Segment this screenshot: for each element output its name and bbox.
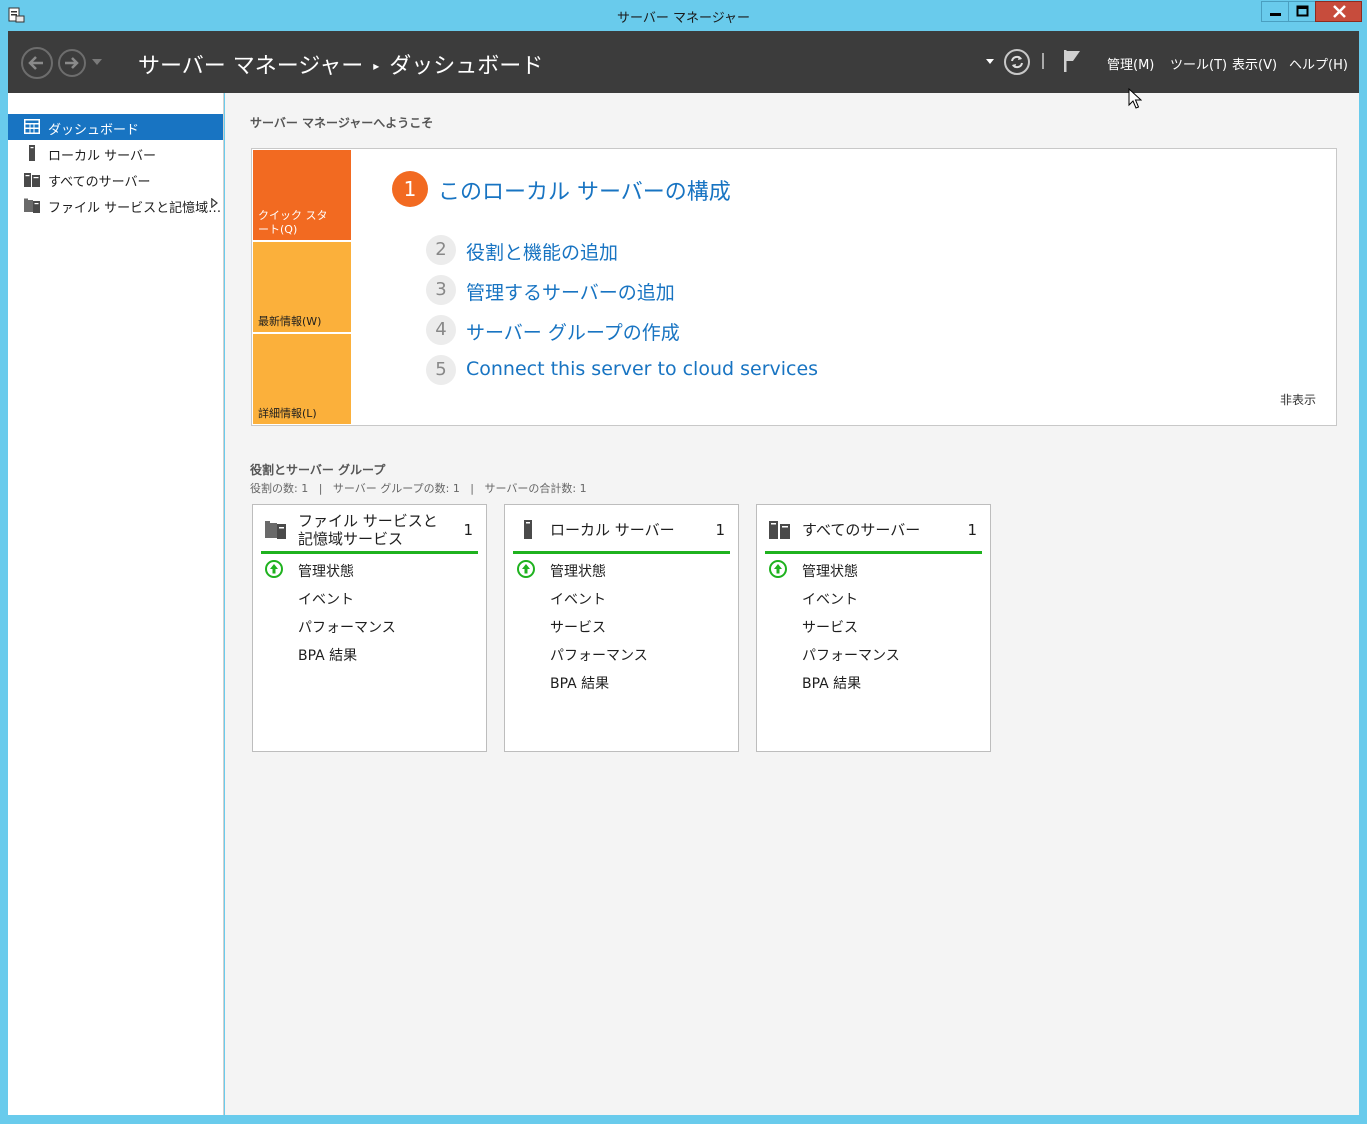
history-dropdown-icon[interactable] [92, 59, 102, 65]
dashboard-content: サーバー マネージャーへようこそ クイック スタート(Q) 最新情報(W) 詳細… [225, 93, 1359, 1115]
tile-row-events[interactable]: イベント [550, 589, 606, 609]
welcome-panel: クイック スタート(Q) 最新情報(W) 詳細情報(L) 1 このローカル サー… [251, 148, 1337, 426]
maximize-button[interactable] [1288, 1, 1315, 22]
refresh-button[interactable] [1004, 49, 1030, 75]
tile-all-servers[interactable]: すべてのサーバー 1 管理状態 イベント サービス パフォーマンス BPA 結果 [756, 504, 991, 752]
file-services-icon [265, 521, 286, 539]
tile-row-services[interactable]: サービス [802, 617, 858, 637]
servers-icon [769, 521, 790, 539]
status-ok-icon [265, 560, 283, 578]
header-divider [1042, 53, 1044, 69]
title-bar: サーバー マネージャー [0, 0, 1367, 31]
forward-button[interactable] [58, 49, 86, 77]
step-number: 5 [426, 355, 456, 385]
servers-icon [24, 173, 40, 187]
forward-arrow-icon [65, 57, 79, 69]
breadcrumb-separator: ▸ [373, 59, 380, 73]
mouse-cursor-icon [1128, 88, 1142, 109]
roles-section-title: 役割とサーバー グループ [250, 463, 386, 477]
sidebar-item-label: ローカル サーバー [48, 149, 157, 164]
close-icon [1333, 5, 1346, 18]
status-ok-icon [517, 560, 535, 578]
sidebar-item-label: ダッシュボード [48, 123, 140, 138]
tile-row-performance[interactable]: パフォーマンス [298, 617, 396, 637]
add-roles-features-link[interactable]: 役割と機能の追加 [466, 238, 618, 265]
tile-file-services[interactable]: ファイル サービスと記憶域サービス 1 管理状態 イベント パフォーマンス BP… [252, 504, 487, 752]
menu-manage[interactable]: 管理(M) [1107, 54, 1154, 73]
notifications-flag-icon[interactable] [1062, 49, 1082, 73]
breadcrumb-root[interactable]: サーバー マネージャー [138, 54, 363, 79]
sidebar-item-all-servers[interactable]: すべてのサーバー [8, 166, 223, 192]
server-icon [524, 520, 532, 539]
sidebar-item-label: すべてのサーバー [48, 175, 151, 190]
status-ok-icon [769, 560, 787, 578]
welcome-title: サーバー マネージャーへようこそ [250, 116, 434, 130]
menu-help[interactable]: ヘルプ(H) [1289, 54, 1348, 73]
step-number: 4 [426, 315, 456, 345]
breadcrumb: サーバー マネージャー ▸ ダッシュボード [138, 48, 543, 80]
tile-row-manageability[interactable]: 管理状態 [550, 561, 606, 581]
file-services-icon [24, 198, 40, 213]
hide-welcome-link[interactable]: 非表示 [1280, 391, 1316, 408]
quick-start-tab[interactable]: クイック スタート(Q) [253, 150, 351, 240]
maximize-icon [1296, 5, 1309, 17]
create-server-group-link[interactable]: サーバー グループの作成 [466, 318, 680, 345]
whats-new-tab[interactable]: 最新情報(W) [253, 242, 351, 332]
page-title: ダッシュボード [389, 54, 544, 79]
tile-row-services[interactable]: サービス [550, 617, 606, 637]
tile-row-events[interactable]: イベント [298, 589, 354, 609]
tile-row-manageability[interactable]: 管理状態 [298, 561, 354, 581]
sidebar-item-label: ファイル サービスと記憶域… [48, 201, 222, 216]
sidebar: ダッシュボード ローカル サーバー すべてのサーバー ファイル サービスと記憶域… [8, 93, 224, 1115]
window-title: サーバー マネージャー [616, 11, 751, 26]
back-button[interactable] [21, 47, 53, 79]
tile-status-bar [765, 551, 982, 554]
tile-row-bpa-results[interactable]: BPA 結果 [550, 673, 609, 693]
tile-count: 1 [715, 521, 725, 539]
quick-start-label: クイック スタート(Q) [258, 209, 328, 236]
tile-status-bar [513, 551, 730, 554]
tile-local-server[interactable]: ローカル サーバー 1 管理状態 イベント サービス パフォーマンス BPA 結… [504, 504, 739, 752]
tile-title[interactable]: すべてのサーバー [802, 521, 952, 539]
tile-count: 1 [463, 521, 473, 539]
sidebar-item-dashboard[interactable]: ダッシュボード [8, 114, 223, 140]
expand-arrow-icon[interactable] [211, 198, 218, 208]
tile-title[interactable]: ファイル サービスと記憶域サービス [298, 512, 448, 548]
menu-tools[interactable]: ツール(T) [1170, 54, 1227, 73]
roles-summary: 役割の数: 1 | サーバー グループの数: 1 | サーバーの合計数: 1 [250, 482, 587, 495]
learn-more-label: 詳細情報(L) [258, 407, 317, 420]
step-1-badge: 1 [392, 171, 428, 207]
tile-row-events[interactable]: イベント [802, 589, 858, 609]
tile-row-performance[interactable]: パフォーマンス [550, 645, 648, 665]
connect-cloud-services-link[interactable]: Connect this server to cloud services [466, 358, 818, 380]
tile-title[interactable]: ローカル サーバー [550, 521, 700, 539]
close-button[interactable] [1315, 1, 1362, 22]
menu-view[interactable]: 表示(V) [1232, 54, 1277, 73]
sidebar-item-file-services[interactable]: ファイル サービスと記憶域… [8, 192, 223, 218]
minimize-button[interactable] [1261, 1, 1288, 22]
configure-local-server-link[interactable]: このローカル サーバーの構成 [438, 174, 731, 206]
header-bar: サーバー マネージャー ▸ ダッシュボード 管理(M) ツール(T) 表示(V) ヘ… [8, 31, 1359, 93]
tile-row-performance[interactable]: パフォーマンス [802, 645, 900, 665]
dashboard-icon [24, 119, 40, 134]
step-number: 3 [426, 275, 456, 305]
step-number: 2 [426, 235, 456, 265]
minimize-icon [1270, 13, 1281, 16]
tile-row-bpa-results[interactable]: BPA 結果 [802, 673, 861, 693]
tile-status-bar [261, 551, 478, 554]
add-servers-link[interactable]: 管理するサーバーの追加 [466, 278, 675, 305]
tile-count: 1 [967, 521, 977, 539]
whats-new-label: 最新情報(W) [258, 315, 322, 328]
sidebar-item-local-server[interactable]: ローカル サーバー [8, 140, 223, 166]
learn-more-tab[interactable]: 詳細情報(L) [253, 334, 351, 424]
tile-row-manageability[interactable]: 管理状態 [802, 561, 858, 581]
back-arrow-icon [28, 56, 43, 70]
refresh-icon [1011, 55, 1023, 69]
tile-row-bpa-results[interactable]: BPA 結果 [298, 645, 357, 665]
server-icon [29, 145, 35, 161]
refresh-dropdown-icon[interactable] [986, 59, 994, 64]
